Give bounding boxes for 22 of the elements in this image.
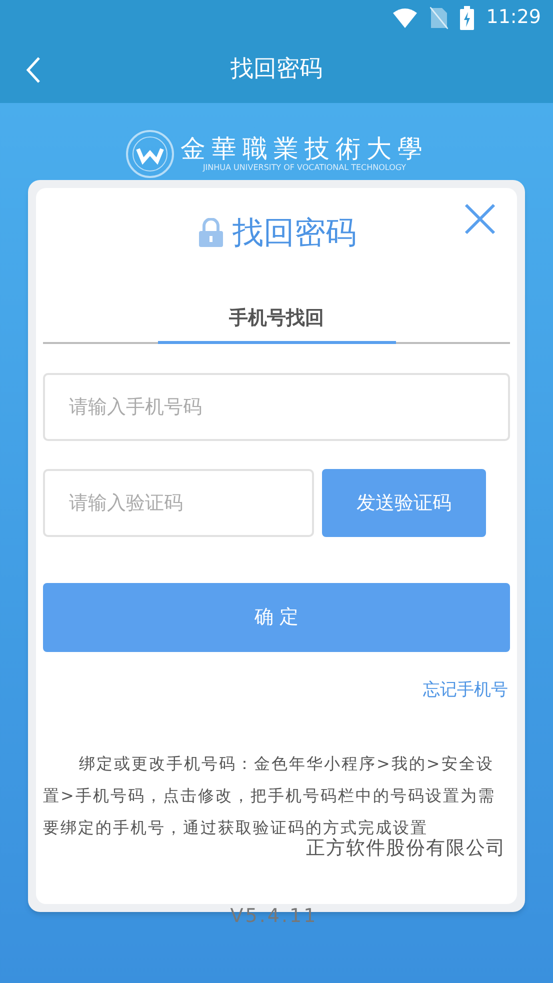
status-time: 11:29 xyxy=(486,5,541,30)
university-name: 金華職業技術大學 xyxy=(180,134,428,162)
lock-icon xyxy=(196,218,224,248)
close-button[interactable] xyxy=(463,202,497,236)
wifi-icon xyxy=(392,8,418,28)
card-title: 找回密码 xyxy=(232,214,356,253)
company-name: 正方软件股份有限公司 xyxy=(306,836,506,860)
phone-input-field[interactable]: 请输入手机号码 xyxy=(43,373,510,441)
code-input-field[interactable]: 请输入验证码 xyxy=(43,469,314,537)
back-icon xyxy=(25,56,41,84)
tab[interactable]: 手机号找回 xyxy=(158,296,396,344)
header-title: 找回密码 xyxy=(230,54,322,84)
binding-instructions: 绑定或更改手机号码：金色年华小程序>我的>安全设置>手机号码，点击修改，把手机号码栏中的号码设置为需要绑定的手机号，通过获取验证码的方式完成设置 xyxy=(43,752,496,838)
forgot-phone-link[interactable]: 忘记手机号 xyxy=(423,678,508,704)
university-emblem-icon xyxy=(124,128,174,178)
close-icon xyxy=(464,203,496,235)
university-english-name: JINHUA UNIVERSITY OF VOCATIONAL TECHNOLOGY xyxy=(202,162,406,172)
no-sim-icon xyxy=(430,6,448,28)
send-code-button[interactable]: 发送验证码 xyxy=(322,469,486,537)
confirm-button[interactable]: 确 定 xyxy=(43,583,510,652)
version-label: V5.4.11 xyxy=(230,904,318,929)
battery-icon xyxy=(460,6,474,30)
